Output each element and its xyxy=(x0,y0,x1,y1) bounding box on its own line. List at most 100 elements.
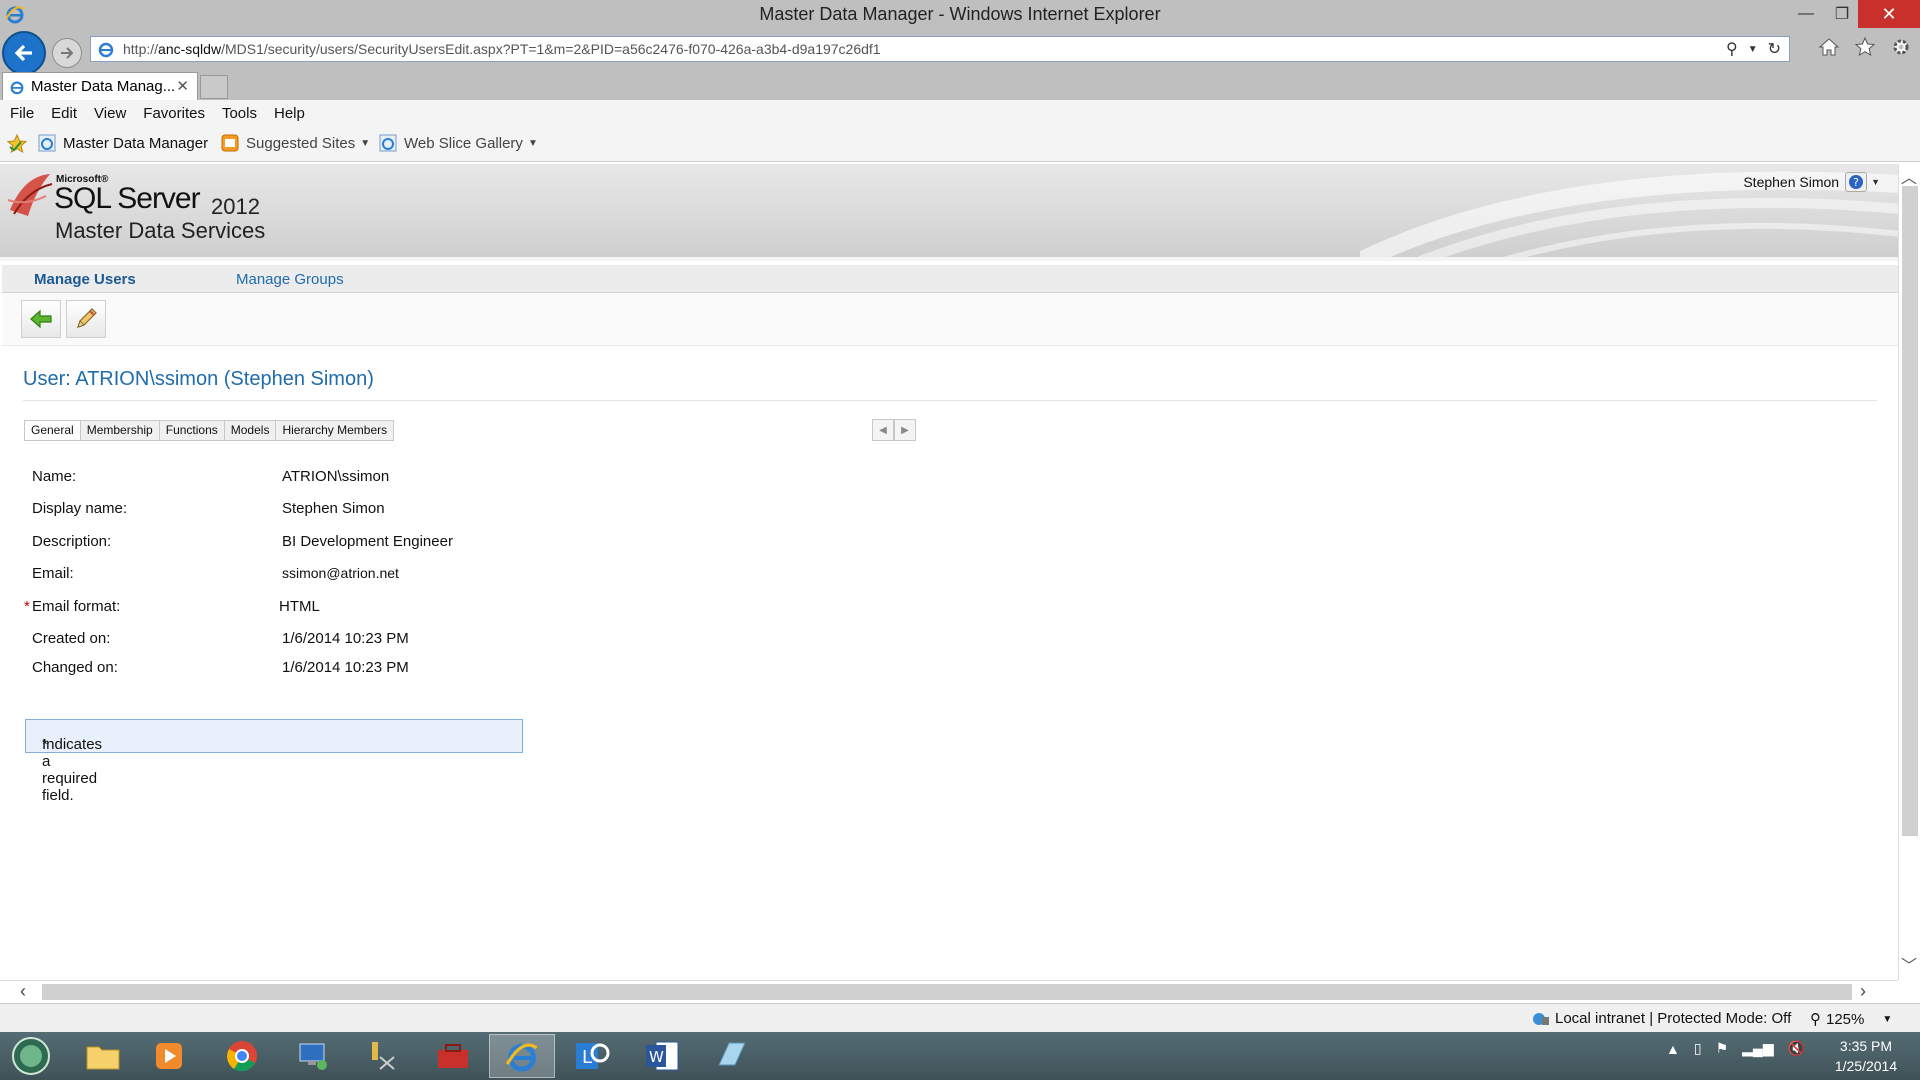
home-icon[interactable] xyxy=(1818,36,1840,58)
folder-icon xyxy=(86,1046,120,1070)
help-dropdown-icon[interactable]: ▼ xyxy=(1871,177,1880,187)
favorites-star-icon[interactable] xyxy=(1854,36,1876,58)
action-center-flag-icon[interactable]: ⚑ xyxy=(1716,1040,1729,1057)
ie-page-icon xyxy=(38,134,56,152)
back-to-list-button[interactable] xyxy=(21,300,61,338)
taskbar-chrome[interactable] xyxy=(209,1034,275,1078)
forward-button[interactable] xyxy=(52,38,82,68)
maximize-button[interactable]: ❐ xyxy=(1822,0,1862,28)
sql-server-logo-icon xyxy=(7,174,53,216)
scroll-right-icon[interactable]: › xyxy=(1860,981,1866,1002)
taskbar-internet-explorer[interactable] xyxy=(489,1034,555,1078)
window-title-bar: Master Data Manager - Windows Internet E… xyxy=(0,0,1920,28)
tab-general[interactable]: General xyxy=(25,421,81,440)
taskbar-lync[interactable]: L xyxy=(559,1034,625,1078)
vertical-scrollbar[interactable]: ︿ ﹀ xyxy=(1898,164,1920,980)
taskbar-media-player[interactable] xyxy=(136,1034,202,1078)
back-button[interactable] xyxy=(2,31,46,75)
favorite-master-data-manager[interactable]: Master Data Manager xyxy=(38,134,208,152)
tab-hierarchy-members[interactable]: Hierarchy Members xyxy=(276,421,393,440)
horizontal-scrollbar[interactable]: ‹ › xyxy=(0,980,1898,1002)
device-icon[interactable]: ▯ xyxy=(1694,1040,1702,1057)
notepad-icon xyxy=(718,1042,746,1066)
email-value: ssimon@atrion.net xyxy=(282,565,399,581)
back-arrow-icon xyxy=(14,44,32,62)
taskbar-clock[interactable]: 3:35 PM 1/25/2014 xyxy=(1820,1036,1912,1076)
green-back-arrow-icon xyxy=(30,309,52,329)
search-icon[interactable]: ⚲ xyxy=(1726,39,1738,59)
search-dropdown-icon[interactable]: ▼ xyxy=(1748,44,1758,59)
page-ie-icon xyxy=(98,42,114,58)
start-button[interactable] xyxy=(0,1034,62,1078)
volume-muted-icon[interactable]: 🔇 xyxy=(1788,1040,1805,1057)
favorite-web-slice-gallery[interactable]: Web Slice Gallery ▼ xyxy=(379,134,538,152)
network-signal-icon[interactable]: ▂▄▆ xyxy=(1742,1040,1773,1057)
help-button[interactable]: ? xyxy=(1845,172,1868,192)
menu-help[interactable]: Help xyxy=(274,105,305,122)
taskbar-remote-desktop[interactable] xyxy=(280,1034,346,1078)
zoom-dropdown-icon[interactable]: ▼ xyxy=(1882,1014,1892,1025)
description-value: BI Development Engineer xyxy=(282,533,453,550)
changed-on-label: Changed on: xyxy=(32,659,118,676)
browser-tab[interactable]: Master Data Manag... ✕ xyxy=(2,72,198,100)
taskbar-sql-tools[interactable] xyxy=(350,1034,416,1078)
refresh-icon[interactable]: ↻ xyxy=(1768,39,1781,59)
taskbar-toolbox-app[interactable] xyxy=(420,1034,486,1078)
tab-membership[interactable]: Membership xyxy=(81,421,160,440)
tools-gear-icon[interactable] xyxy=(1890,36,1912,58)
vertical-scroll-thumb[interactable] xyxy=(1902,186,1918,836)
tab-functions[interactable]: Functions xyxy=(160,421,225,440)
favorite-suggested-sites[interactable]: Suggested Sites ▼ xyxy=(221,134,370,152)
clock-time: 3:35 PM xyxy=(1839,1038,1893,1054)
suggested-sites-icon xyxy=(221,134,239,152)
minimize-button[interactable]: — xyxy=(1786,0,1826,28)
tab-close-button[interactable]: ✕ xyxy=(176,77,189,95)
menu-view[interactable]: View xyxy=(94,105,126,122)
svg-text:L: L xyxy=(582,1047,592,1068)
product-name: SQL Server xyxy=(54,182,201,215)
taskbar-file-explorer[interactable] xyxy=(70,1034,136,1078)
display-name-value: Stephen Simon xyxy=(282,500,385,517)
tab-scroll-right-button[interactable]: ▶ xyxy=(894,419,916,441)
pencil-icon xyxy=(77,308,97,328)
tab-scroll-buttons: ◀ ▶ xyxy=(872,419,916,441)
horizontal-scroll-thumb[interactable] xyxy=(42,984,1852,1000)
scroll-up-icon[interactable]: ︿ xyxy=(1901,164,1917,188)
tab-row: Master Data Manag... ✕ xyxy=(0,72,1920,100)
mds-header: Microsoft® SQL Server 2012 Master Data S… xyxy=(0,164,1898,261)
menu-edit[interactable]: Edit xyxy=(51,105,77,122)
nav-manage-groups[interactable]: Manage Groups xyxy=(236,271,344,288)
favorites-star-add-icon[interactable] xyxy=(6,133,28,155)
product-subtitle: Master Data Services xyxy=(55,218,266,243)
product-version: 2012 xyxy=(211,194,260,219)
scroll-down-icon[interactable]: ﹀ xyxy=(1901,952,1917,976)
close-window-button[interactable]: ✕ xyxy=(1858,0,1920,28)
user-tabs: General Membership Functions Models Hier… xyxy=(24,420,395,441)
title-divider xyxy=(23,400,1877,401)
created-on-label: Created on: xyxy=(32,630,111,647)
tab-scroll-left-button[interactable]: ◀ xyxy=(872,419,894,441)
created-on-value: 1/6/2014 10:23 PM xyxy=(282,630,409,647)
show-hidden-icons[interactable]: ▲ xyxy=(1666,1041,1680,1057)
url-text[interactable]: http://anc-sqldw/MDS1/security/users/Sec… xyxy=(123,41,881,57)
new-tab-button[interactable] xyxy=(200,75,228,99)
tab-title: Master Data Manag... xyxy=(31,78,176,95)
zoom-control[interactable]: ⚲ 125% ▼ xyxy=(1810,1010,1892,1029)
edit-user-button[interactable] xyxy=(66,300,106,338)
web-slice-icon xyxy=(379,134,397,152)
taskbar-notepad-app[interactable] xyxy=(699,1034,765,1078)
svg-text:W: W xyxy=(649,1048,664,1066)
tab-models[interactable]: Models xyxy=(225,421,277,440)
address-bar[interactable]: http://anc-sqldw/MDS1/security/users/Sec… xyxy=(90,36,1790,62)
sql-tools-icon xyxy=(372,1042,395,1070)
security-zone[interactable]: Local intranet | Protected Mode: Off xyxy=(1532,1010,1791,1027)
nav-manage-users[interactable]: Manage Users xyxy=(34,271,136,288)
menu-file[interactable]: File xyxy=(10,105,34,122)
menu-tools[interactable]: Tools xyxy=(222,105,257,122)
taskbar-word[interactable]: W xyxy=(629,1034,695,1078)
scroll-left-icon[interactable]: ‹ xyxy=(20,981,26,1002)
remote-desktop-icon xyxy=(299,1043,327,1070)
window-title: Master Data Manager - Windows Internet E… xyxy=(759,4,1161,24)
clock-date: 1/25/2014 xyxy=(1834,1058,1898,1074)
menu-favorites[interactable]: Favorites xyxy=(143,105,205,122)
